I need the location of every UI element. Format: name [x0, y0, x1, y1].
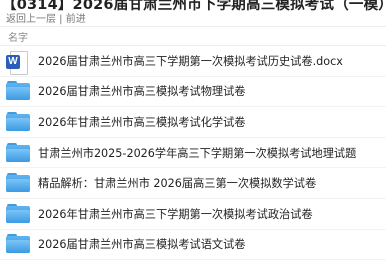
folder-name: 2026届甘肃兰州市高三模拟考试物理试卷: [38, 85, 246, 99]
folder-row[interactable]: 2026年甘肃兰州市高三模拟考试化学试卷: [0, 107, 386, 138]
folder-icon: [6, 111, 30, 132]
folder-row[interactable]: 2026届甘肃兰州市高三模拟考试语文试卷: [0, 230, 386, 260]
folder-name: 2026届甘肃兰州市高三模拟考试语文试卷: [38, 238, 246, 252]
word-doc-icon: W: [6, 50, 30, 75]
file-name: 2026届甘肃兰州市高三下学期第一次模拟考试历史试卷.docx: [38, 54, 343, 68]
folder-name: 2026年甘肃兰州市高三下学期第一次模拟考试政治试卷: [38, 207, 313, 221]
back-forward-nav[interactable]: 返回上一层 | 前进: [6, 10, 86, 25]
folder-row[interactable]: 2026届甘肃兰州市高三模拟考试物理试卷: [0, 77, 386, 108]
folder-row[interactable]: 2026年甘肃兰州市高三下学期第一次模拟考试政治试卷: [0, 199, 386, 230]
folder-row[interactable]: 精品解析：甘肃兰州市 2026届高三第一次模拟数学试卷: [0, 168, 386, 199]
folder-icon: [6, 173, 30, 193]
folder-icon: [6, 234, 30, 254]
folder-icon: [6, 81, 30, 101]
folder-icon: [6, 203, 30, 224]
list-header: 名字: [0, 26, 386, 46]
folder-row[interactable]: 甘肃兰州市2025-2026学年高三下学期第一次模拟考试地理试题: [0, 138, 386, 169]
folder-name: 甘肃兰州市2025-2026学年高三下学期第一次模拟考试地理试题: [38, 146, 357, 160]
file-list: W 2026届甘肃兰州市高三下学期第一次模拟考试历史试卷.docx 2026届甘…: [0, 46, 386, 260]
folder-name: 精品解析：甘肃兰州市 2026届高三第一次模拟数学试卷: [38, 177, 317, 191]
folder-icon: [6, 142, 30, 163]
folder-name: 2026年甘肃兰州市高三模拟考试化学试卷: [38, 115, 246, 129]
file-row[interactable]: W 2026届甘肃兰州市高三下学期第一次模拟考试历史试卷.docx: [0, 46, 386, 77]
column-name-header[interactable]: 名字: [8, 29, 28, 44]
